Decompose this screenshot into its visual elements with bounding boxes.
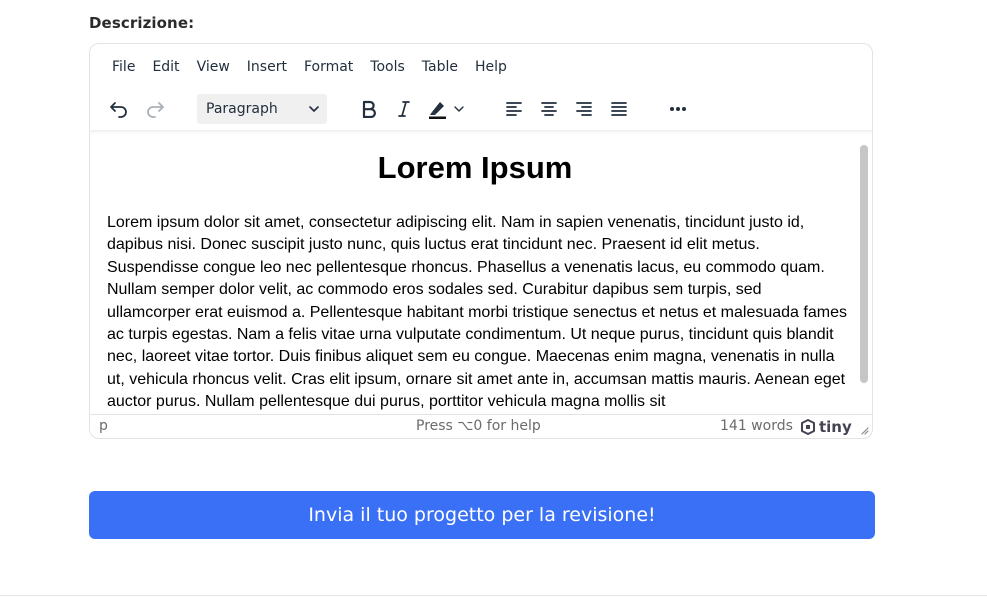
undo-button[interactable] [102, 92, 136, 126]
content-heading[interactable]: Lorem Ipsum [91, 150, 857, 186]
content-scrollbar[interactable] [858, 140, 870, 414]
chevron-down-icon [309, 106, 319, 112]
editor-menubar: File Edit View Insert Format Tools Table… [90, 56, 516, 78]
tiny-brand-text: tiny [819, 418, 852, 436]
menu-help[interactable]: Help [467, 56, 515, 78]
resize-handle-icon[interactable] [859, 425, 869, 435]
italic-button[interactable] [387, 92, 421, 126]
content-paragraph[interactable]: Lorem ipsum dolor sit amet, consectetur … [107, 212, 847, 414]
align-left-icon [506, 102, 522, 116]
align-center-icon [541, 102, 557, 116]
italic-icon [398, 101, 410, 117]
menu-file[interactable]: File [104, 56, 143, 78]
submit-project-button[interactable]: Invia il tuo progetto per la revisione! [89, 491, 875, 539]
tiny-brand-link[interactable]: tiny [800, 418, 852, 436]
element-path[interactable]: p [99, 418, 108, 434]
help-hint: Press ⌥0 for help [416, 418, 541, 434]
menu-insert[interactable]: Insert [239, 56, 295, 78]
menu-edit[interactable]: Edit [144, 56, 187, 78]
justify-button[interactable] [602, 92, 636, 126]
footer-divider [0, 595, 987, 596]
align-left-button[interactable] [497, 92, 531, 126]
redo-icon [147, 102, 164, 118]
highlighter-icon [429, 102, 446, 119]
menu-tools[interactable]: Tools [362, 56, 413, 78]
align-right-button[interactable] [567, 92, 601, 126]
bold-button[interactable] [352, 92, 386, 126]
justify-icon [611, 102, 627, 116]
editor-statusbar: p Press ⌥0 for help 141 words tiny [90, 414, 872, 438]
align-center-button[interactable] [532, 92, 566, 126]
align-right-icon [576, 102, 592, 116]
block-format-select[interactable]: Paragraph [197, 94, 327, 124]
chevron-down-icon [454, 106, 464, 112]
more-icon [670, 107, 686, 111]
highlight-color-button[interactable] [422, 92, 470, 126]
rich-text-editor: File Edit View Insert Format Tools Table… [89, 43, 873, 439]
block-format-value: Paragraph [206, 101, 278, 117]
menu-format[interactable]: Format [296, 56, 361, 78]
editor-toolbar: Paragraph [90, 92, 872, 126]
redo-button[interactable] [138, 92, 172, 126]
more-button[interactable] [661, 92, 695, 126]
menu-view[interactable]: View [189, 56, 238, 78]
menu-table[interactable]: Table [414, 56, 466, 78]
word-count[interactable]: 141 words [720, 418, 793, 434]
bold-icon [362, 100, 376, 118]
undo-icon [110, 102, 127, 118]
editor-content-area[interactable]: Lorem Ipsum Lorem ipsum dolor sit amet, … [91, 134, 857, 416]
scrollbar-thumb[interactable] [860, 145, 868, 383]
tiny-logo-icon [801, 419, 815, 435]
description-label: Descrizione: [89, 14, 195, 32]
